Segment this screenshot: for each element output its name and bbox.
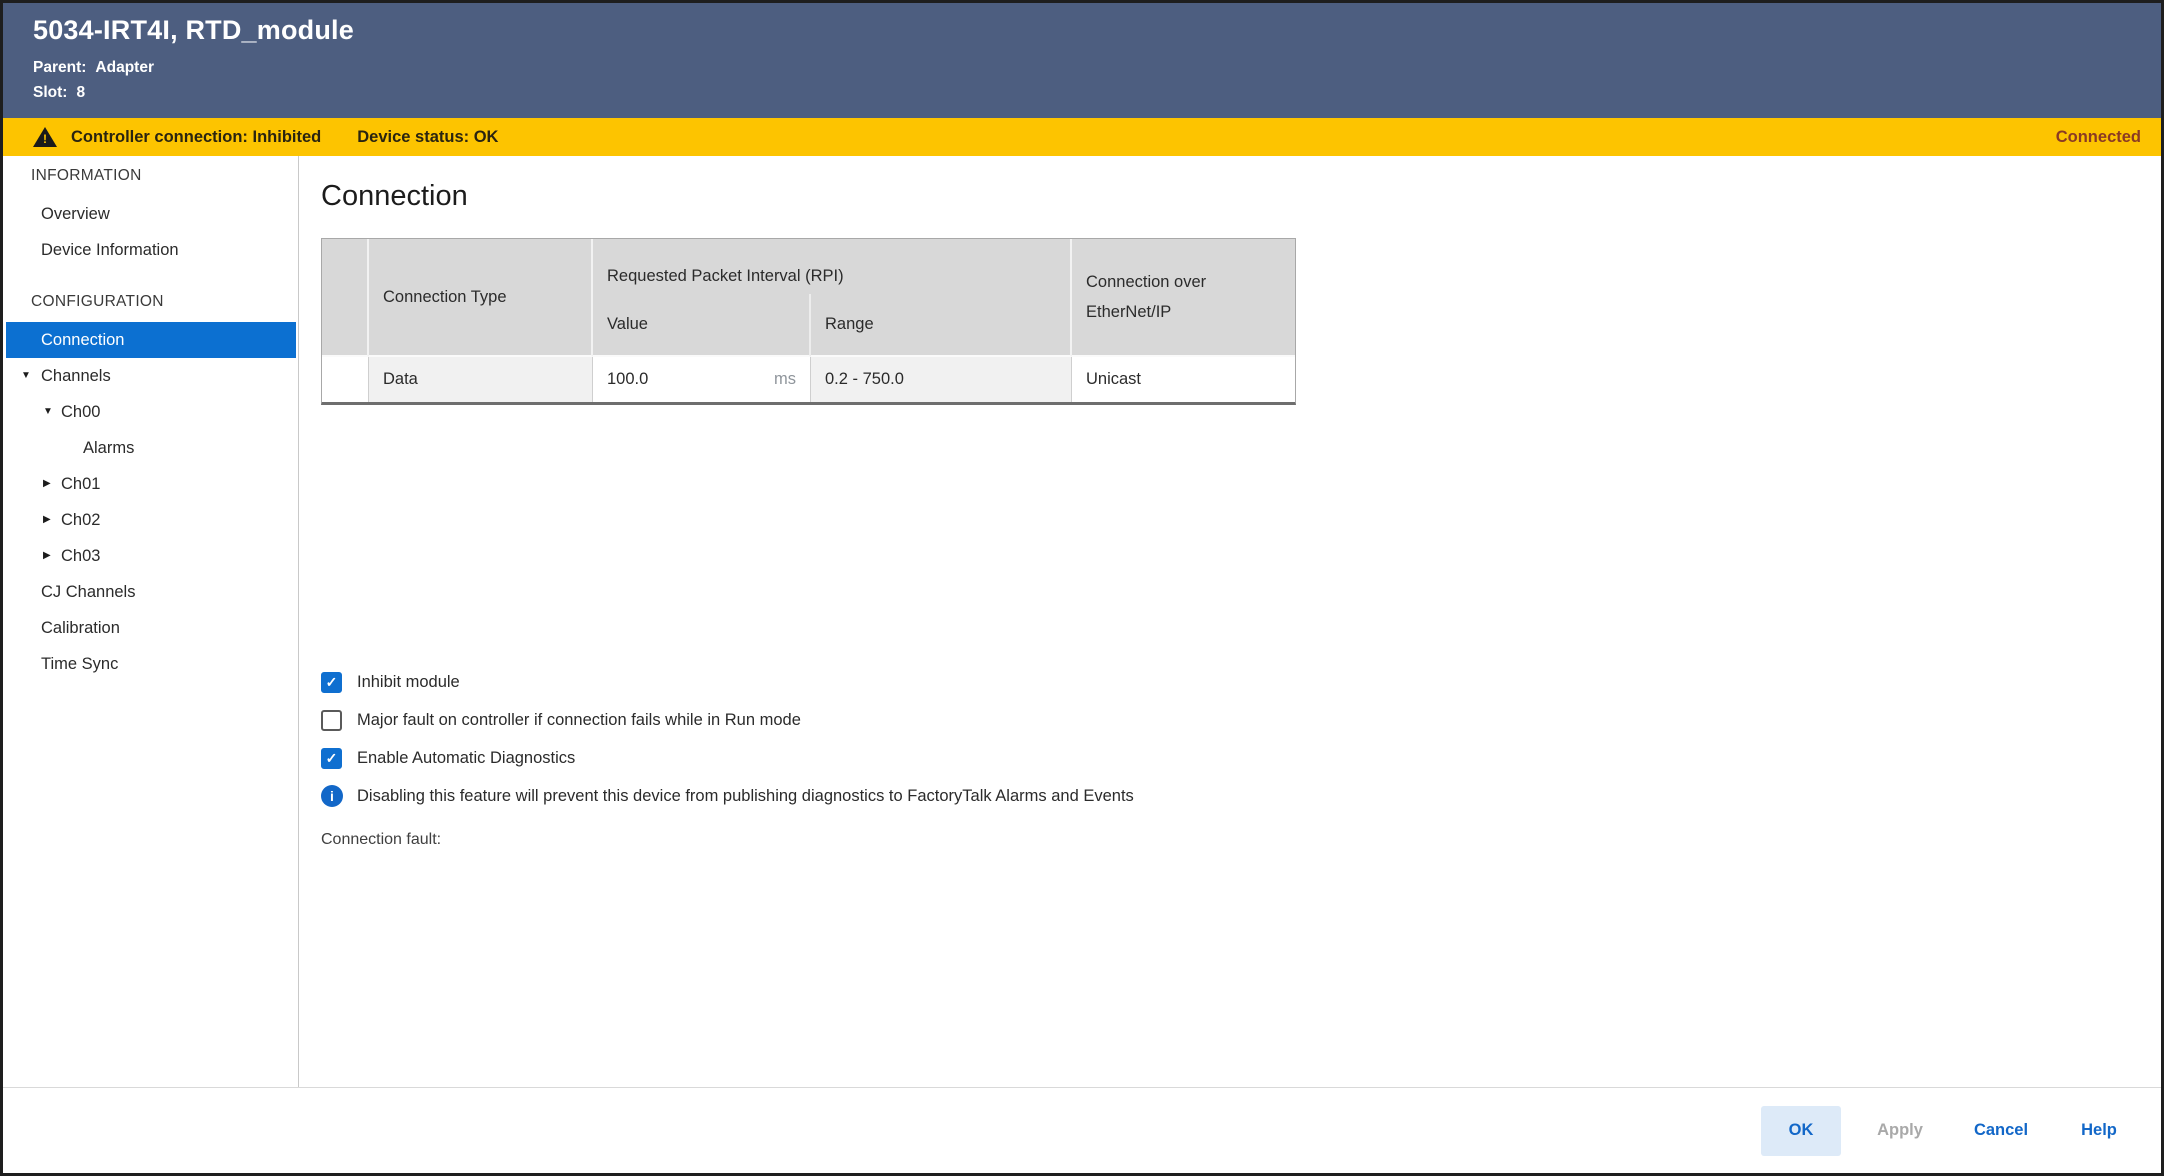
chevron-expanded-icon[interactable]: ▼ — [43, 394, 53, 430]
connection-panel: Connection Connection Type Requested Pac… — [299, 156, 2161, 1087]
column-header-rpi: Requested Packet Interval (RPI) — [593, 239, 1072, 294]
sidebar-item-connection[interactable]: Connection — [6, 322, 296, 358]
sidebar-item-time-sync[interactable]: Time Sync — [3, 646, 298, 682]
parent-value: Adapter — [95, 55, 154, 80]
parent-line: Parent: Adapter — [33, 55, 2161, 80]
sidebar-section-configuration: CONFIGURATION — [3, 288, 298, 316]
apply-button[interactable]: Apply — [1865, 1121, 1935, 1140]
check-icon: ✓ — [326, 675, 338, 689]
sidebar-item-label: Ch02 — [61, 511, 100, 529]
sidebar-item-alarms[interactable]: Alarms — [3, 430, 298, 466]
info-icon: i — [321, 785, 343, 807]
connection-state-badge: Connected — [2056, 128, 2141, 147]
device-status: Device status: OK — [357, 128, 498, 147]
column-header-connection-type: Connection Type — [369, 239, 593, 357]
rpi-value[interactable]: 100.0 — [607, 370, 648, 389]
diagnostics-info-text: Disabling this feature will prevent this… — [357, 787, 1134, 806]
connection-table: Connection Type Requested Packet Interva… — [321, 238, 1296, 405]
sidebar-item-label: Ch00 — [61, 403, 100, 421]
column-header-value: Value — [593, 294, 811, 357]
ok-button[interactable]: OK — [1761, 1106, 1841, 1156]
check-icon: ✓ — [326, 751, 338, 765]
sidebar-item-ch03[interactable]: ▶ Ch03 — [3, 538, 298, 574]
module-properties-window: 5034-IRT4I, RTD_module Parent: Adapter S… — [0, 0, 2164, 1176]
table-header-blank — [322, 239, 369, 357]
major-fault-checkbox[interactable] — [321, 710, 342, 731]
footer-button-bar: OK Apply Cancel Help — [3, 1087, 2161, 1173]
parent-label: Parent: — [33, 55, 86, 80]
controller-connection-status: Controller connection: Inhibited — [71, 128, 321, 147]
sidebar-item-ch02[interactable]: ▶ Ch02 — [3, 502, 298, 538]
slot-value: 8 — [76, 80, 85, 105]
connection-over-ethernetip-cell[interactable]: Unicast — [1072, 357, 1295, 402]
rpi-unit: ms — [774, 370, 796, 389]
sidebar-item-label: Channels — [41, 367, 111, 385]
sidebar-item-label: Ch01 — [61, 475, 100, 493]
body: INFORMATION Overview Device Information … — [3, 156, 2161, 1087]
warning-icon: ! — [33, 127, 57, 147]
sidebar-item-cj-channels[interactable]: CJ Channels — [3, 574, 298, 610]
sidebar-section-information: INFORMATION — [3, 162, 298, 190]
checkbox-label: Major fault on controller if connection … — [357, 711, 801, 730]
option-major-fault: Major fault on controller if connection … — [321, 701, 2161, 739]
inhibit-module-checkbox[interactable]: ✓ — [321, 672, 342, 693]
connection-options: ✓ Inhibit module Major fault on controll… — [321, 663, 2161, 849]
sidebar-item-ch00[interactable]: ▼ Ch00 — [3, 394, 298, 430]
enable-automatic-diagnostics-checkbox[interactable]: ✓ — [321, 748, 342, 769]
column-header-range: Range — [811, 294, 1072, 357]
option-enable-automatic-diagnostics: ✓ Enable Automatic Diagnostics — [321, 739, 2161, 777]
sidebar-item-label: Ch03 — [61, 547, 100, 565]
sidebar-nav: INFORMATION Overview Device Information … — [3, 156, 299, 1087]
chevron-collapsed-icon[interactable]: ▶ — [43, 538, 51, 574]
chevron-collapsed-icon[interactable]: ▶ — [43, 502, 51, 538]
column-header-connection-over-ethernetip: Connection over EtherNet/IP — [1072, 239, 1295, 357]
panel-title: Connection — [321, 176, 2161, 216]
sidebar-item-channels[interactable]: ▼ Channels — [3, 358, 298, 394]
sidebar-item-device-information[interactable]: Device Information — [3, 232, 298, 268]
help-button[interactable]: Help — [2067, 1121, 2131, 1140]
sidebar-item-calibration[interactable]: Calibration — [3, 610, 298, 646]
chevron-expanded-icon[interactable]: ▼ — [21, 358, 31, 394]
slot-line: Slot: 8 — [33, 80, 2161, 105]
titlebar: 5034-IRT4I, RTD_module Parent: Adapter S… — [3, 3, 2161, 118]
option-inhibit-module: ✓ Inhibit module — [321, 663, 2161, 701]
cancel-button[interactable]: Cancel — [1959, 1121, 2043, 1140]
sidebar-item-ch01[interactable]: ▶ Ch01 — [3, 466, 298, 502]
chevron-collapsed-icon[interactable]: ▶ — [43, 466, 51, 502]
checkbox-label: Enable Automatic Diagnostics — [357, 749, 575, 768]
status-bar: ! Controller connection: Inhibited Devic… — [3, 118, 2161, 156]
sidebar-item-overview[interactable]: Overview — [3, 196, 298, 232]
page-title: 5034-IRT4I, RTD_module — [33, 15, 2161, 46]
connection-fault-label: Connection fault: — [321, 831, 2161, 849]
rpi-range-cell: 0.2 - 750.0 — [811, 357, 1072, 402]
slot-label: Slot: — [33, 80, 67, 105]
rpi-value-cell[interactable]: 100.0 ms — [593, 357, 811, 402]
diagnostics-info-row: i Disabling this feature will prevent th… — [321, 777, 2161, 815]
connection-type-cell: Data — [369, 357, 593, 402]
row-selector-cell[interactable] — [322, 357, 369, 402]
checkbox-label: Inhibit module — [357, 673, 460, 692]
